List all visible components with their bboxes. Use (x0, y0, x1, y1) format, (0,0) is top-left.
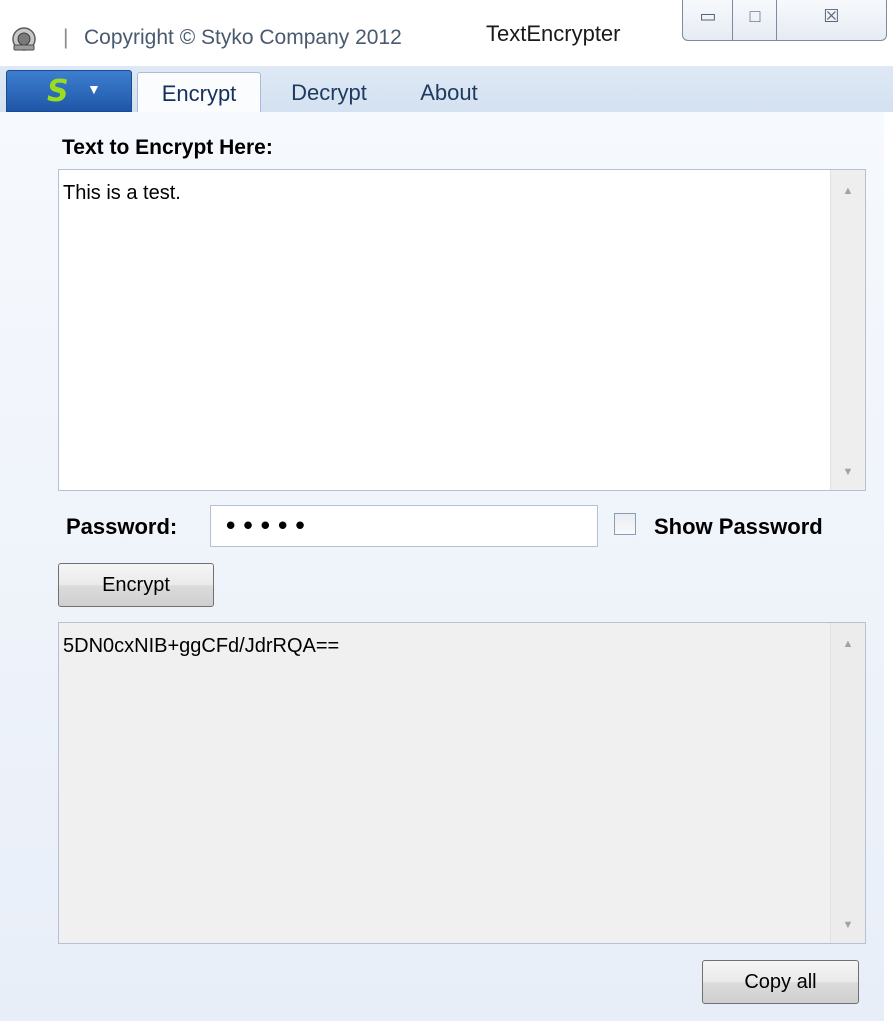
tab-decrypt-label: Decrypt (291, 80, 367, 105)
tab-about[interactable]: About (404, 72, 494, 112)
styko-logo-icon: S (47, 74, 69, 109)
minimize-icon: ▭ (699, 6, 717, 26)
scroll-up-icon[interactable]: ▲ (831, 638, 865, 650)
app-menu-button[interactable]: S ▼ (6, 70, 132, 112)
show-password-label[interactable]: Show Password (654, 514, 823, 540)
ciphertext-output[interactable]: 5DN0cxNIB+ggCFd/JdrRQA== ▲ ▼ (58, 622, 866, 944)
copy-all-button[interactable]: Copy all (702, 960, 859, 1004)
password-field[interactable]: ••••• (210, 505, 598, 547)
close-button[interactable]: ☒ (776, 0, 887, 41)
close-icon: ☒ (823, 6, 840, 26)
app-icon[interactable] (11, 26, 37, 52)
title-separator: | (63, 26, 69, 49)
scroll-down-icon[interactable]: ▼ (831, 466, 865, 478)
chevron-down-icon: ▼ (87, 81, 101, 97)
plaintext-value: This is a test. (63, 182, 181, 204)
ciphertext-value: 5DN0cxNIB+ggCFd/JdrRQA== (63, 635, 340, 657)
minimize-button[interactable]: ▭ (682, 0, 734, 41)
maximize-icon: □ (749, 6, 761, 26)
window-border (884, 112, 893, 1021)
plaintext-scrollbar[interactable]: ▲ ▼ (830, 170, 865, 490)
scroll-down-icon[interactable]: ▼ (831, 919, 865, 931)
textencrypter-window: | Copyright © Styko Company 2012 TextEnc… (0, 0, 893, 1021)
input-label: Text to Encrypt Here: (62, 136, 273, 159)
scroll-up-icon[interactable]: ▲ (831, 185, 865, 197)
title-bar[interactable]: | Copyright © Styko Company 2012 TextEnc… (0, 0, 893, 66)
ribbon-tab-bar: S ▼ Encrypt Decrypt About (0, 66, 893, 113)
window-title: TextEncrypter (486, 21, 621, 46)
tab-about-label: About (420, 80, 478, 105)
plaintext-input[interactable]: This is a test. ▲ ▼ (58, 169, 866, 491)
password-label: Password: (66, 514, 178, 539)
show-password-checkbox[interactable] (614, 513, 636, 535)
tab-encrypt-label: Encrypt (161, 81, 237, 106)
maximize-button[interactable]: □ (732, 0, 778, 41)
encrypt-button[interactable]: Encrypt (58, 563, 214, 607)
caption-buttons: ▭ □ ☒ (682, 0, 888, 44)
ciphertext-scrollbar[interactable]: ▲ ▼ (830, 623, 865, 943)
copyright-text: Copyright © Styko Company 2012 (84, 26, 402, 49)
tab-decrypt[interactable]: Decrypt (274, 72, 384, 112)
tab-encrypt[interactable]: Encrypt (137, 72, 261, 113)
